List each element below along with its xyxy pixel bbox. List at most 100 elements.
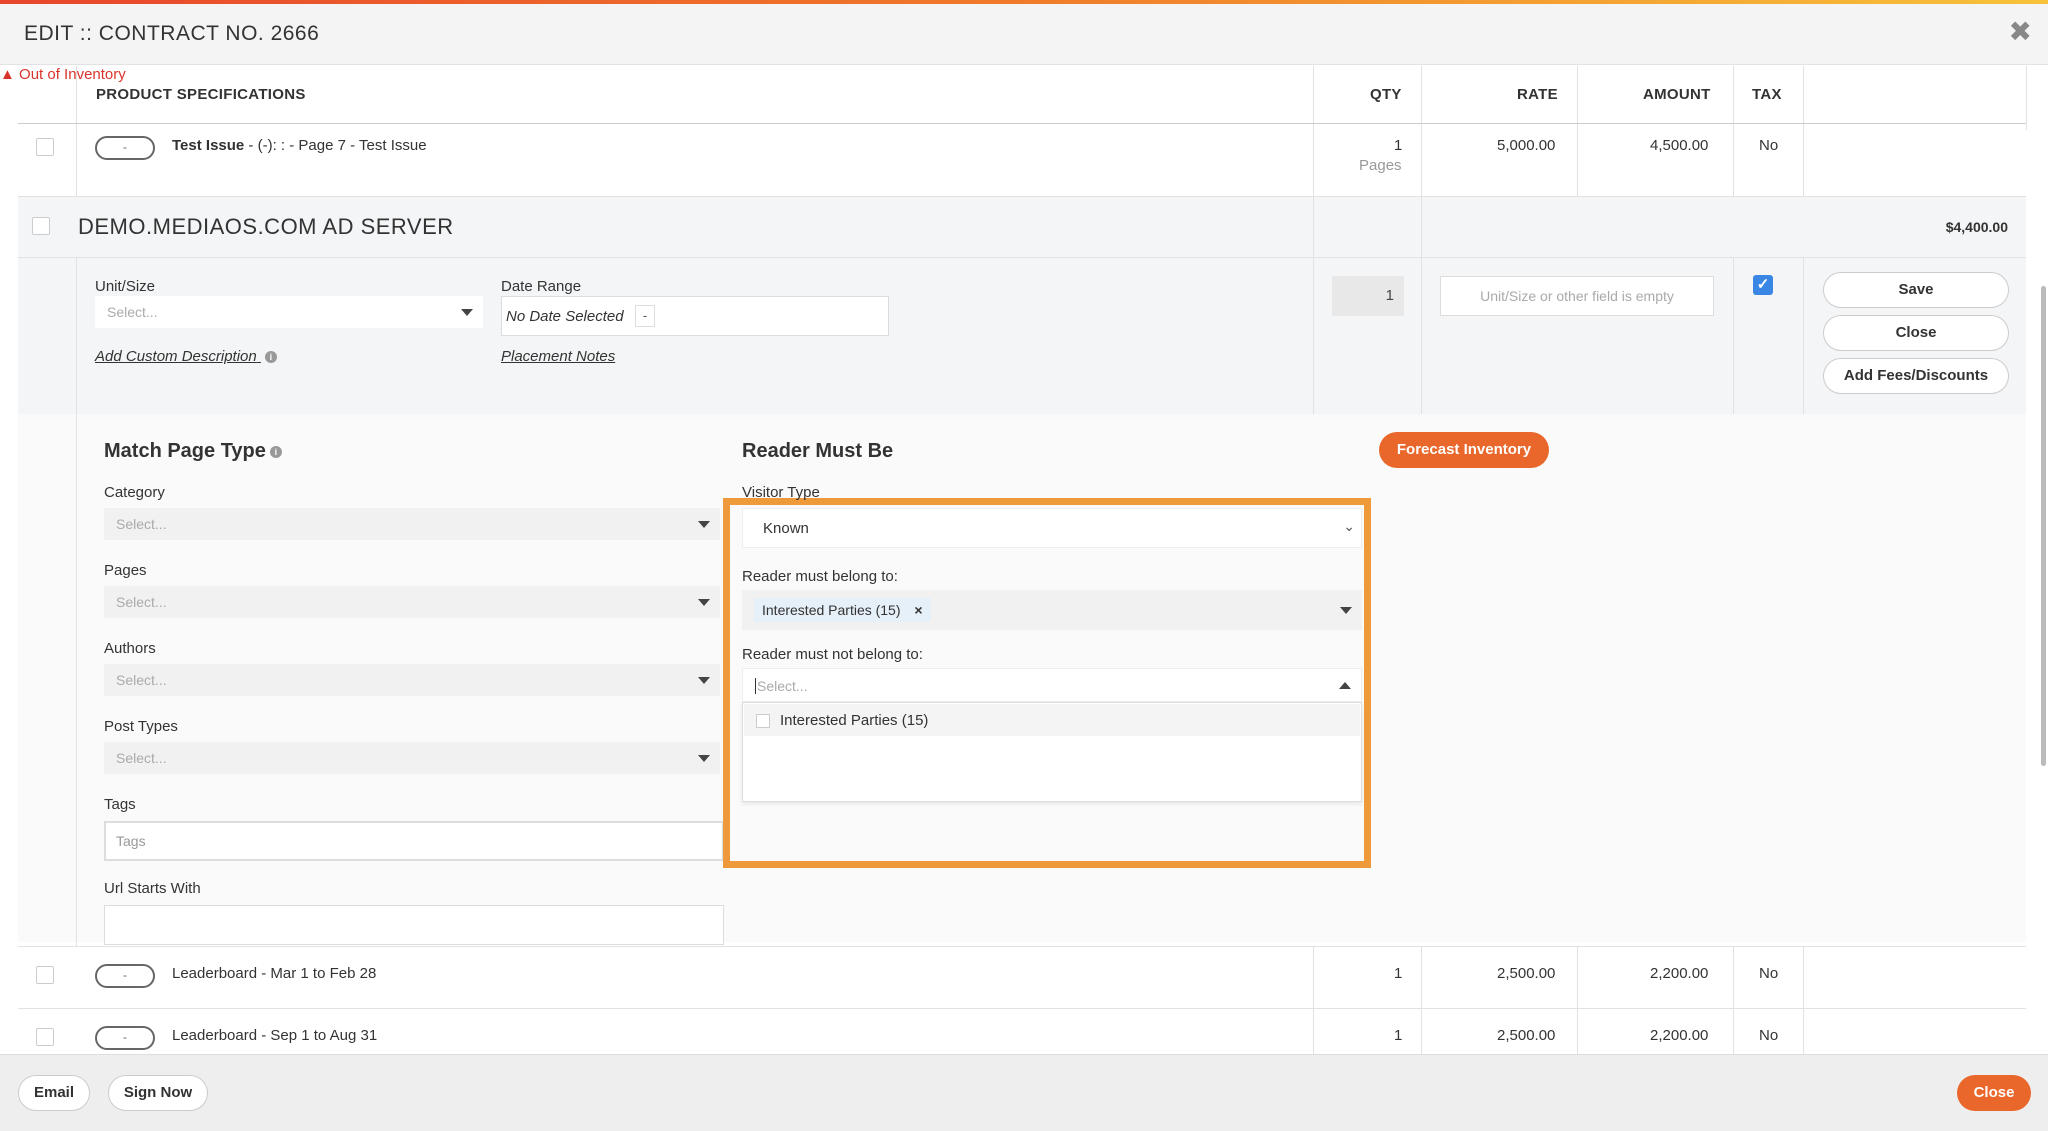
row-rate: 5,000.00 — [1497, 137, 1556, 154]
qty-input[interactable]: 1 — [1332, 276, 1404, 316]
section-header: DEMO.MEDIAOS.COM AD SERVER $4,400.00 — [18, 196, 2026, 259]
info-icon: i — [264, 351, 277, 364]
grid-line — [1421, 946, 1422, 1054]
grid-line — [1313, 124, 1314, 196]
authors-select[interactable]: Select... — [104, 664, 720, 696]
option-checkbox[interactable] — [756, 714, 770, 728]
header-product: PRODUCT SPECIFICATIONS — [96, 86, 306, 103]
row-toggle-button[interactable]: - — [95, 136, 155, 160]
sign-now-button[interactable]: Sign Now — [108, 1075, 208, 1111]
header-rate: RATE — [1517, 86, 1558, 103]
info-icon: i — [269, 445, 282, 458]
authors-label: Authors — [104, 640, 156, 657]
grid-line — [1421, 66, 1422, 130]
tags-input[interactable]: Tags — [104, 821, 724, 861]
modal-title: EDIT :: CONTRACT NO. 2666 — [24, 22, 320, 45]
category-label: Category — [104, 484, 165, 501]
row-amount: 4,500.00 — [1650, 137, 1709, 154]
scrollbar[interactable] — [2041, 286, 2046, 766]
grid-line — [1313, 946, 1314, 1054]
save-button[interactable]: Save — [1823, 272, 2009, 308]
inventory-warning: ▲ Out of Inventory — [0, 66, 2048, 83]
remove-chip-icon[interactable]: × — [914, 602, 922, 618]
grid-line — [1733, 258, 1734, 414]
grid-line — [1577, 946, 1578, 1054]
chevron-down-icon — [1340, 607, 1352, 614]
row-qty: 1 — [1394, 1027, 1403, 1044]
belong-to-select[interactable]: Interested Parties (15) × — [742, 590, 1362, 630]
grid-line — [1313, 197, 1314, 259]
date-range-clear-button[interactable]: - — [635, 305, 655, 327]
visitor-type-label: Visitor Type — [742, 484, 820, 501]
row-qty: 1 — [1394, 965, 1403, 982]
section-title: DEMO.MEDIAOS.COM AD SERVER — [78, 214, 454, 239]
row-checkbox[interactable] — [36, 1028, 54, 1046]
pages-label: Pages — [104, 562, 147, 579]
grid-line — [1313, 66, 1314, 130]
forecast-inventory-button[interactable]: Forecast Inventory — [1379, 432, 1549, 468]
grid-line — [1803, 946, 1804, 1054]
unit-size-select[interactable]: Select... — [95, 296, 483, 328]
add-fees-discounts-button[interactable]: Add Fees/Discounts — [1823, 358, 2009, 394]
chevron-down-icon — [698, 599, 710, 606]
date-range-label: Date Range — [501, 278, 582, 295]
rate-input[interactable]: Unit/Size or other field is empty — [1440, 276, 1714, 316]
grid-line — [1733, 946, 1734, 1054]
row-product-name: Test Issue — [172, 137, 245, 154]
visitor-type-select[interactable]: Known ⌄ — [742, 508, 1362, 548]
header-divider — [18, 123, 2026, 124]
row-amount: 2,200.00 — [1650, 965, 1709, 982]
reader-must-be-title: Reader Must Be — [742, 440, 894, 462]
grid-line — [1733, 66, 1734, 130]
post-types-placeholder: Select... — [116, 750, 167, 766]
dropdown-option[interactable]: Interested Parties (15) — [744, 704, 1360, 736]
email-button[interactable]: Email — [18, 1075, 90, 1111]
chevron-down-icon — [698, 677, 710, 684]
grid-line — [1577, 66, 1578, 130]
row-checkbox[interactable] — [36, 138, 54, 156]
category-select[interactable]: Select... — [104, 508, 720, 540]
row-qty-unit: Pages — [1359, 157, 1402, 174]
section-total: $4,400.00 — [1945, 219, 2008, 235]
tax-checkbox[interactable]: ✓ — [1753, 275, 1773, 295]
belong-chip-label: Interested Parties (15) — [762, 602, 901, 618]
row-toggle-button[interactable]: - — [95, 964, 155, 988]
grid-line — [2026, 66, 2027, 130]
row-rate: 2,500.00 — [1497, 965, 1556, 982]
warning-text: Out of Inventory — [19, 66, 126, 83]
row-qty: 1 — [1394, 137, 1403, 154]
table-row: - Test Issue - (-): : - Page 7 - Test Is… — [0, 66, 2048, 196]
row-divider — [18, 946, 2026, 947]
close-icon[interactable]: ✖ — [2009, 18, 2032, 46]
authors-placeholder: Select... — [116, 672, 167, 688]
section-checkbox[interactable] — [32, 217, 50, 235]
url-starts-with-input[interactable] — [104, 905, 724, 945]
grid-line — [76, 414, 77, 942]
option-label: Interested Parties (15) — [780, 712, 929, 729]
grid-line — [76, 258, 77, 414]
footer-close-button[interactable]: Close — [1957, 1075, 2031, 1111]
row-rate: 2,500.00 — [1497, 1027, 1556, 1044]
row-product-detail: - (-): : - Page 7 - Test Issue — [244, 137, 427, 154]
add-custom-description-link[interactable]: Add Custom Description i — [95, 348, 277, 365]
row-toggle-button[interactable]: - — [95, 1026, 155, 1050]
pages-select[interactable]: Select... — [104, 586, 720, 618]
row-tax: No — [1759, 965, 1779, 982]
placement-notes-link[interactable]: Placement Notes — [501, 348, 615, 365]
close-row-button[interactable]: Close — [1823, 315, 2009, 351]
grid-line — [1577, 124, 1578, 196]
row-product-name: Leaderboard - Mar 1 to Feb 28 — [172, 965, 377, 982]
modal-footer: Email Sign Now Close — [0, 1054, 2048, 1131]
not-belong-placeholder: Select... — [755, 678, 808, 694]
not-belong-dropdown-menu: Interested Parties (15) — [742, 702, 1362, 802]
modal-header: EDIT :: CONTRACT NO. 2666 ✖ — [0, 4, 2048, 65]
date-range-field[interactable]: No Date Selected - — [501, 296, 889, 336]
post-types-label: Post Types — [104, 718, 178, 735]
not-belong-to-select[interactable]: Select... — [742, 668, 1362, 702]
chevron-up-icon — [1339, 682, 1351, 689]
grid-line — [1733, 124, 1734, 196]
header-qty: QTY — [1370, 86, 1402, 103]
row-checkbox[interactable] — [36, 966, 54, 984]
grid-line — [1421, 124, 1422, 196]
post-types-select[interactable]: Select... — [104, 742, 720, 774]
